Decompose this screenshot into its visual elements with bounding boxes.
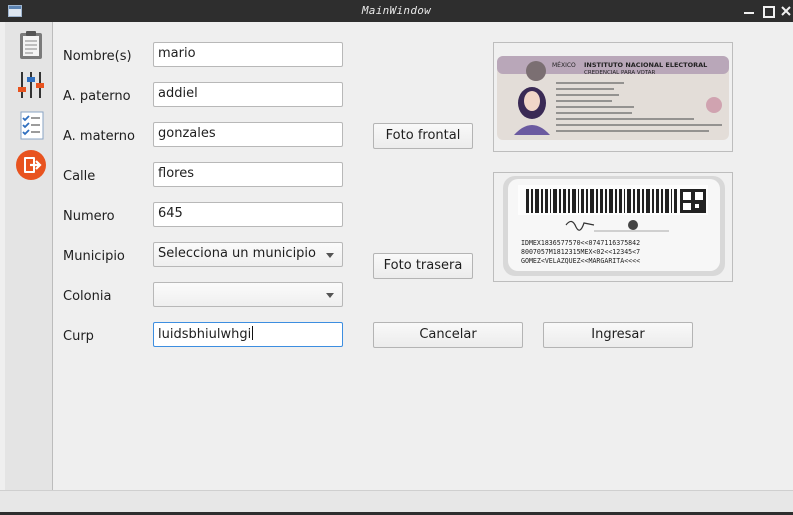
municipio-label: Municipio bbox=[63, 249, 125, 264]
cancelar-button[interactable]: Cancelar bbox=[373, 322, 523, 348]
colonia-label: Colonia bbox=[63, 289, 112, 304]
numero-label: Numero bbox=[63, 209, 115, 224]
id-institute-text: INSTITUTO NACIONAL ELECTORAL bbox=[584, 61, 707, 69]
id-back-image: IDMEX1836577570<<0747116375842 8007057M1… bbox=[503, 176, 725, 276]
id-country-text: MÉXICO bbox=[552, 61, 576, 69]
title-bar: MainWindow bbox=[0, 0, 793, 22]
sidebar bbox=[5, 22, 53, 490]
close-icon bbox=[781, 6, 791, 16]
chevron-down-icon bbox=[326, 253, 334, 258]
minimize-button[interactable] bbox=[741, 3, 757, 19]
colonia-select[interactable] bbox=[153, 282, 343, 307]
paterno-input[interactable]: addiel bbox=[153, 82, 343, 107]
chevron-down-icon bbox=[326, 293, 334, 298]
qr-code-icon bbox=[680, 189, 706, 213]
municipio-selected-value: Selecciona un municipio bbox=[158, 246, 316, 261]
calle-label: Calle bbox=[63, 169, 96, 184]
materno-input[interactable]: gonzales bbox=[153, 122, 343, 147]
text-caret bbox=[252, 326, 254, 340]
id-front-image: MÉXICO INSTITUTO NACIONAL ELECTORAL CRED… bbox=[497, 56, 729, 140]
id-mrz-line2: 8007057M1812315MEX<02<<12345<7 bbox=[521, 248, 640, 256]
paterno-label: A. paterno bbox=[63, 89, 131, 104]
municipio-select[interactable]: Selecciona un municipio bbox=[153, 242, 343, 267]
ingresar-button[interactable]: Ingresar bbox=[543, 322, 693, 348]
sidebar-item-exit[interactable] bbox=[15, 149, 47, 181]
clipboard-icon bbox=[20, 31, 42, 59]
nombre-input[interactable]: mario bbox=[153, 42, 343, 67]
exit-icon bbox=[16, 150, 46, 180]
id-card-type-text: CREDENCIAL PARA VOTAR bbox=[584, 70, 656, 76]
curp-value: luidsbhiulwhgi bbox=[158, 327, 252, 342]
close-button[interactable] bbox=[778, 3, 793, 19]
sidebar-item-clipboard[interactable] bbox=[15, 29, 47, 61]
numero-input[interactable]: 645 bbox=[153, 202, 343, 227]
sidebar-item-settings[interactable] bbox=[15, 69, 47, 101]
curp-input[interactable]: luidsbhiulwhgi bbox=[153, 322, 343, 347]
materno-label: A. materno bbox=[63, 129, 135, 144]
id-mrz-line1: IDMEX1836577570<<0747116375842 bbox=[521, 239, 640, 247]
foto-frontal-button[interactable]: Foto frontal bbox=[373, 123, 473, 149]
id-seal bbox=[628, 220, 638, 230]
sidebar-item-checklist[interactable] bbox=[15, 109, 47, 141]
id-mrz-line3: GOMEZ<VELAZQUEZ<<MARGARITA<<<< bbox=[521, 257, 640, 265]
curp-label: Curp bbox=[63, 329, 94, 344]
foto-trasera-button[interactable]: Foto trasera bbox=[373, 253, 473, 279]
sliders-icon bbox=[18, 72, 44, 98]
window-title: MainWindow bbox=[361, 4, 432, 17]
id-front-photo: MÉXICO INSTITUTO NACIONAL ELECTORAL CRED… bbox=[493, 42, 733, 152]
main-window: MainWindow Nombre(s) mario A. paterno ad… bbox=[0, 0, 793, 515]
maximize-button[interactable] bbox=[760, 3, 776, 19]
nombre-label: Nombre(s) bbox=[63, 49, 132, 64]
id-back-photo: IDMEX1836577570<<0747116375842 8007057M1… bbox=[493, 172, 733, 282]
calle-input[interactable]: flores bbox=[153, 162, 343, 187]
status-bar bbox=[0, 490, 793, 513]
checklist-icon bbox=[20, 111, 44, 140]
